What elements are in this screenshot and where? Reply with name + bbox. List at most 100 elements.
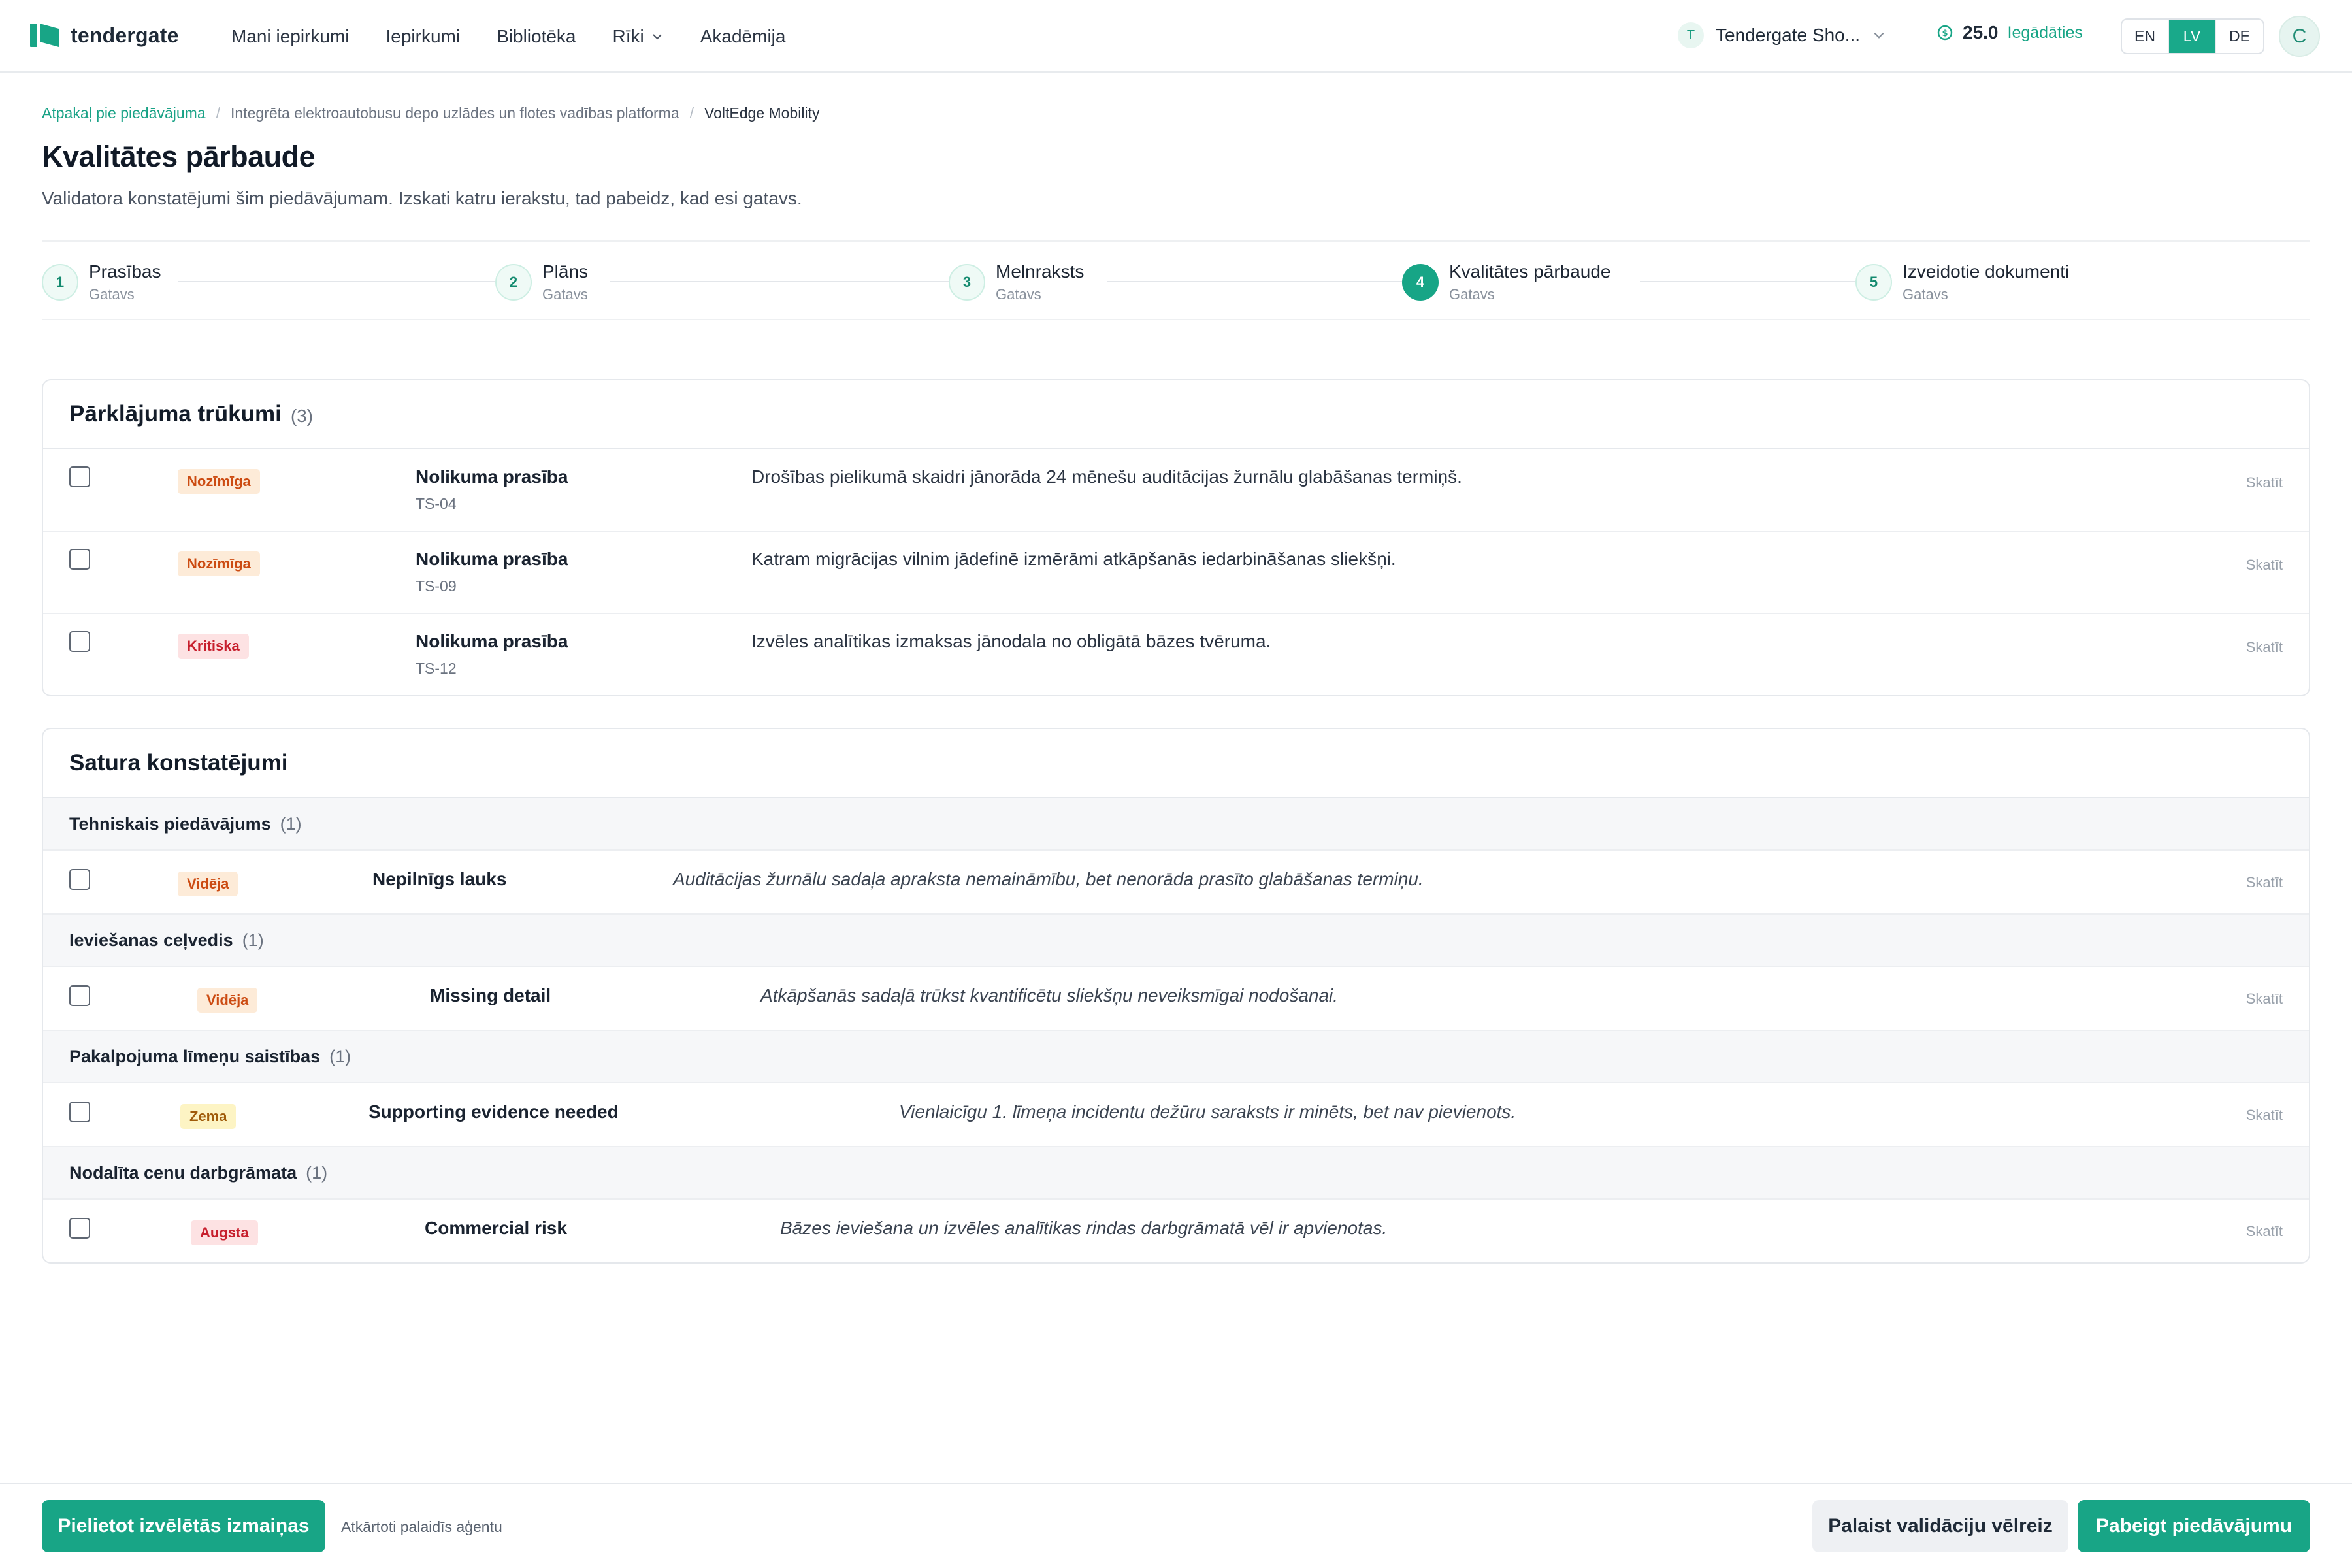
step-title: Melnraksts [996, 261, 1085, 282]
step-status: Gatavs [89, 286, 135, 302]
brand-name: tendergate [71, 23, 179, 47]
table-row: Kritiska Nolikuma prasība TS-12 Izvēles … [43, 614, 2309, 695]
step-status: Gatavs [1903, 286, 1948, 302]
view-link[interactable]: Skatīt [2246, 557, 2283, 574]
step-draft[interactable]: 3 Melnraksts Gatavs [949, 261, 1105, 303]
group-count: (1) [280, 813, 302, 834]
group-title: Nodalīta cenu darbgrāmata [69, 1162, 297, 1183]
view-link[interactable]: Skatīt [2246, 474, 2283, 491]
requirement-title: Nolikuma prasība [416, 549, 568, 569]
org-name: Tendergate Sho... [1716, 25, 1861, 45]
row-checkbox[interactable] [69, 466, 90, 487]
breadcrumb-separator: / [216, 105, 220, 122]
content-findings-card: Satura konstatējumi Tehniskais piedāvāju… [42, 728, 2310, 1264]
rerun-validation-button[interactable]: Palaist validāciju vēlreiz [1812, 1500, 2068, 1552]
step-title: Prasības [89, 261, 161, 282]
rerun-agent-note: Atkārtoti palaidīs aģentu [341, 1518, 502, 1535]
page-title: Kvalitātes pārbaude [42, 140, 316, 173]
nav-library[interactable]: Bibliotēka [497, 26, 576, 47]
finding-row: Zema Supporting evidence needed Vienlaic… [43, 1083, 2309, 1147]
progress-stepper: 1 Prasības Gatavs 2 Plāns Gatavs 3 Melnr… [42, 240, 2310, 320]
top-navigation: tendergate Mani iepirkumi Iepirkumi Bibl… [0, 0, 2352, 73]
user-avatar[interactable]: C [2279, 16, 2320, 57]
step-number: 2 [495, 264, 532, 301]
row-checkbox[interactable] [69, 631, 90, 652]
language-switcher: EN LV DE [2121, 18, 2264, 54]
credits-balance: $ 25.0 Iegādāties [1936, 22, 2083, 43]
view-link[interactable]: Skatīt [2246, 990, 2283, 1007]
step-number: 4 [1402, 264, 1439, 301]
row-checkbox[interactable] [69, 549, 90, 570]
step-requirements[interactable]: 1 Prasības Gatavs [42, 261, 186, 303]
table-row: Nozīmīga Nolikuma prasība TS-04 Drošības… [43, 449, 2309, 532]
logo-icon [30, 24, 59, 47]
row-checkbox[interactable] [69, 869, 90, 890]
lang-en-button[interactable]: EN [2122, 20, 2169, 53]
view-link[interactable]: Skatīt [2246, 639, 2283, 656]
step-title: Plāns [542, 261, 589, 282]
finding-title: Supporting evidence needed [368, 1102, 619, 1122]
breadcrumb-current: VoltEdge Mobility [704, 105, 820, 122]
page-subtitle: Validatora konstatējumi šim piedāvājumam… [42, 188, 802, 208]
requirement-title: Nolikuma prasība [416, 631, 568, 651]
step-connector [178, 281, 520, 282]
row-checkbox[interactable] [69, 985, 90, 1006]
breadcrumb-separator: / [689, 105, 694, 122]
view-link[interactable]: Skatīt [2246, 1223, 2283, 1240]
finding-row: Augsta Commercial risk Bāzes ieviešana u… [43, 1200, 2309, 1262]
finding-description: Auditācijas žurnālu sadaļa apraksta nema… [673, 869, 1424, 889]
apply-changes-button[interactable]: Pielietot izvēlētās izmaiņas [42, 1500, 325, 1552]
requirement-description: Katram migrācijas vilnim jādefinē izmērā… [751, 549, 1396, 569]
nav-procurements[interactable]: Iepirkumi [386, 26, 461, 47]
row-checkbox[interactable] [69, 1102, 90, 1122]
step-connector [1107, 281, 1432, 282]
nav-my-procurements[interactable]: Mani iepirkumi [231, 26, 350, 47]
finish-bid-button[interactable]: Pabeigt piedāvājumu [2078, 1500, 2310, 1552]
severity-badge: Zema [180, 1104, 237, 1129]
finding-title: Commercial risk [425, 1218, 567, 1238]
step-generated-documents[interactable]: 5 Izveidotie dokumenti Gatavs [1855, 261, 2104, 303]
finding-title: Missing detail [430, 985, 551, 1005]
brand-logo[interactable]: tendergate [30, 22, 179, 48]
requirement-code: TS-12 [416, 660, 457, 677]
card-header: Pārklājuma trūkumi (3) [43, 380, 2309, 449]
back-to-bid-link[interactable]: Atpakaļ pie piedāvājuma [42, 105, 206, 122]
finding-description: Bāzes ieviešana un izvēles analītikas ri… [780, 1218, 1388, 1238]
group-count: (1) [306, 1162, 328, 1183]
requirement-code: TS-09 [416, 578, 457, 595]
finding-group-header: Pakalpojuma līmeņu saistības (1) [43, 1031, 2309, 1083]
step-status: Gatavs [542, 286, 588, 302]
breadcrumb: Atpakaļ pie piedāvājuma / Integrēta elek… [42, 105, 819, 122]
step-number: 5 [1855, 264, 1892, 301]
finding-row: Vidēja Missing detail Atkāpšanās sadaļā … [43, 967, 2309, 1031]
lang-de-button[interactable]: DE [2216, 20, 2263, 53]
card-header: Satura konstatējumi [43, 729, 2309, 798]
step-number: 3 [949, 264, 985, 301]
group-title: Tehniskais piedāvājums [69, 813, 271, 834]
finding-group-header: Tehniskais piedāvājums (1) [43, 798, 2309, 851]
severity-badge: Vidēja [178, 872, 238, 896]
svg-text:$: $ [1942, 29, 1948, 39]
nav-academy[interactable]: Akadēmija [700, 26, 786, 47]
view-link[interactable]: Skatīt [2246, 1107, 2283, 1124]
coin-icon: $ [1937, 25, 1953, 41]
group-count: (1) [329, 1046, 351, 1066]
card-title: Satura konstatējumi [69, 750, 288, 776]
nav-tools-label: Rīki [612, 25, 644, 46]
step-status: Gatavs [996, 286, 1041, 302]
lang-lv-button[interactable]: LV [2169, 20, 2216, 53]
breadcrumb-project-link[interactable]: Integrēta elektroautobusu depo uzlādes u… [231, 105, 679, 122]
finding-group-header: Ieviešanas ceļvedis (1) [43, 915, 2309, 967]
step-plan[interactable]: 2 Plāns Gatavs [495, 261, 639, 303]
organization-switcher[interactable]: T Tendergate Sho... [1678, 22, 1886, 48]
requirement-code: TS-04 [416, 495, 457, 512]
buy-credits-link[interactable]: Iegādāties [2008, 24, 2083, 42]
step-quality-check[interactable]: 4 Kvalitātes pārbaude Gatavs [1402, 261, 1637, 303]
row-checkbox[interactable] [69, 1218, 90, 1239]
severity-badge: Vidēja [197, 988, 258, 1013]
view-link[interactable]: Skatīt [2246, 874, 2283, 891]
requirement-description: Izvēles analītikas izmaksas jānodala no … [751, 631, 1271, 651]
step-number: 1 [42, 264, 78, 301]
step-title: Izveidotie dokumenti [1903, 261, 2070, 282]
nav-tools[interactable]: Rīki [613, 26, 664, 47]
